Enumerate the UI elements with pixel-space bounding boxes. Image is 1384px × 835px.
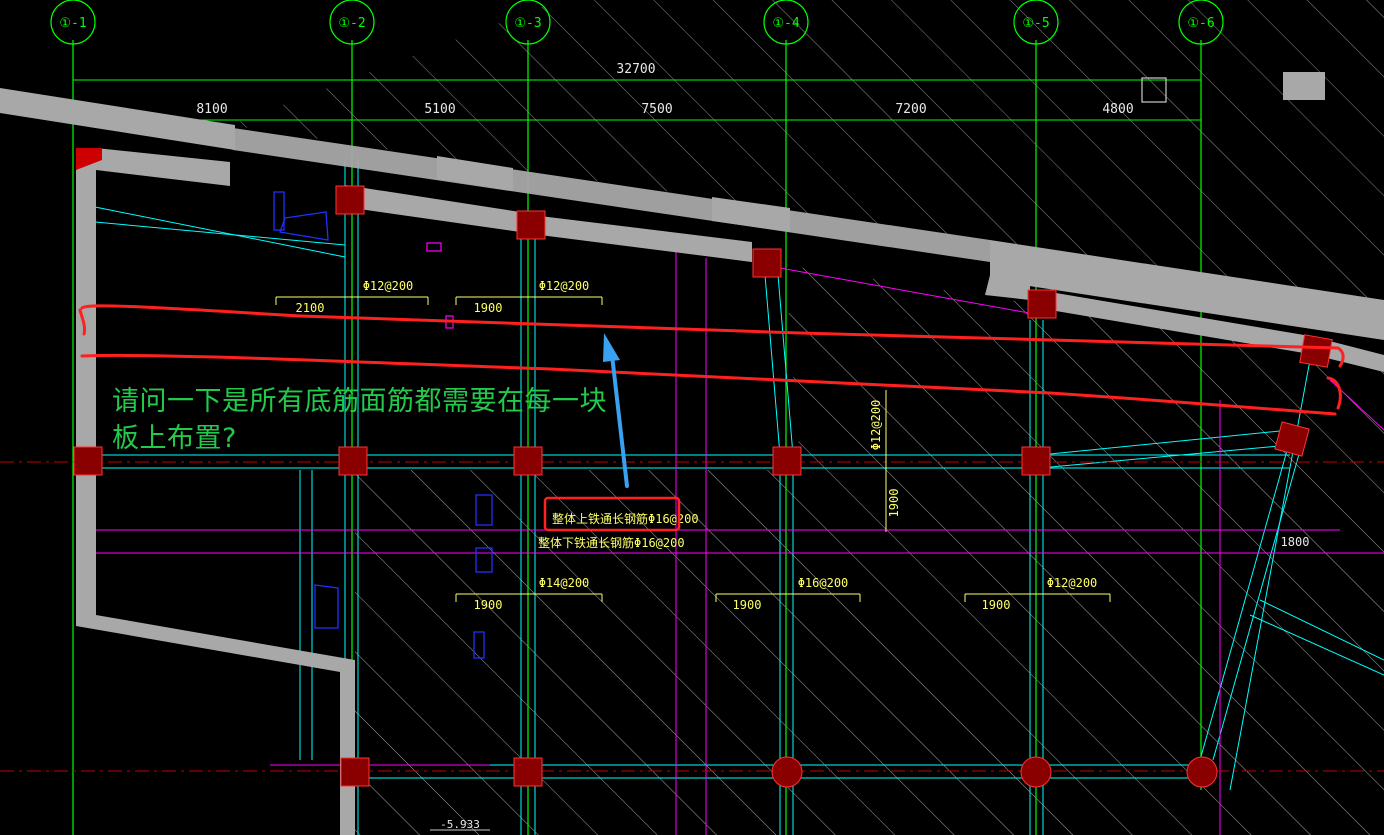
svg-text:①-2: ①-2	[338, 16, 365, 31]
svg-text:①-4: ①-4	[772, 16, 799, 31]
rebar-length: 2100	[296, 301, 325, 315]
rebar-length: 1900	[982, 598, 1011, 612]
upper-hatch-region	[230, 0, 1384, 300]
span-dimension: 7200	[895, 102, 926, 117]
svg-text:①-1: ①-1	[59, 16, 86, 31]
magenta-details	[426, 242, 454, 329]
rebar-spec: Φ14@200	[539, 576, 590, 590]
highlighted-note: 整体上铁通长钢筋Φ16@200	[552, 511, 699, 526]
svg-text:①-5: ①-5	[1022, 16, 1049, 31]
rebar-length: 1900	[733, 598, 762, 612]
rebar-spec: Φ16@200	[798, 576, 849, 590]
rebar-length: 1900	[474, 598, 503, 612]
right-dimension: 1800	[1281, 535, 1310, 549]
rebar-length-vertical: 1900	[887, 489, 901, 518]
rebar-length: 1900	[474, 301, 503, 315]
lower-note: 整体下铁通长钢筋Φ16@200	[538, 535, 685, 550]
span-dimension: 7500	[641, 102, 672, 117]
question-annotation: 请问一下是所有底筋面筋都需要在每一块板上布置?	[112, 386, 607, 454]
total-dimension: 32700	[616, 62, 655, 77]
svg-text:①-6: ①-6	[1187, 16, 1214, 31]
svg-text:①-3: ①-3	[514, 16, 541, 31]
span-dimension: 8100	[196, 102, 227, 117]
rebar-spec: Φ12@200	[363, 279, 414, 293]
axis-bubble: ①-1	[50, 0, 96, 45]
rebar-spec: Φ12@200	[1047, 576, 1098, 590]
span-dimension: 4800	[1102, 102, 1133, 117]
elevation-label: -5.933	[440, 818, 480, 831]
axis-bubble: ①-2	[329, 0, 375, 45]
span-dimension: 5100	[424, 102, 455, 117]
rebar-spec-vertical: Φ12@200	[869, 400, 883, 451]
rebar-spec: Φ12@200	[539, 279, 590, 293]
